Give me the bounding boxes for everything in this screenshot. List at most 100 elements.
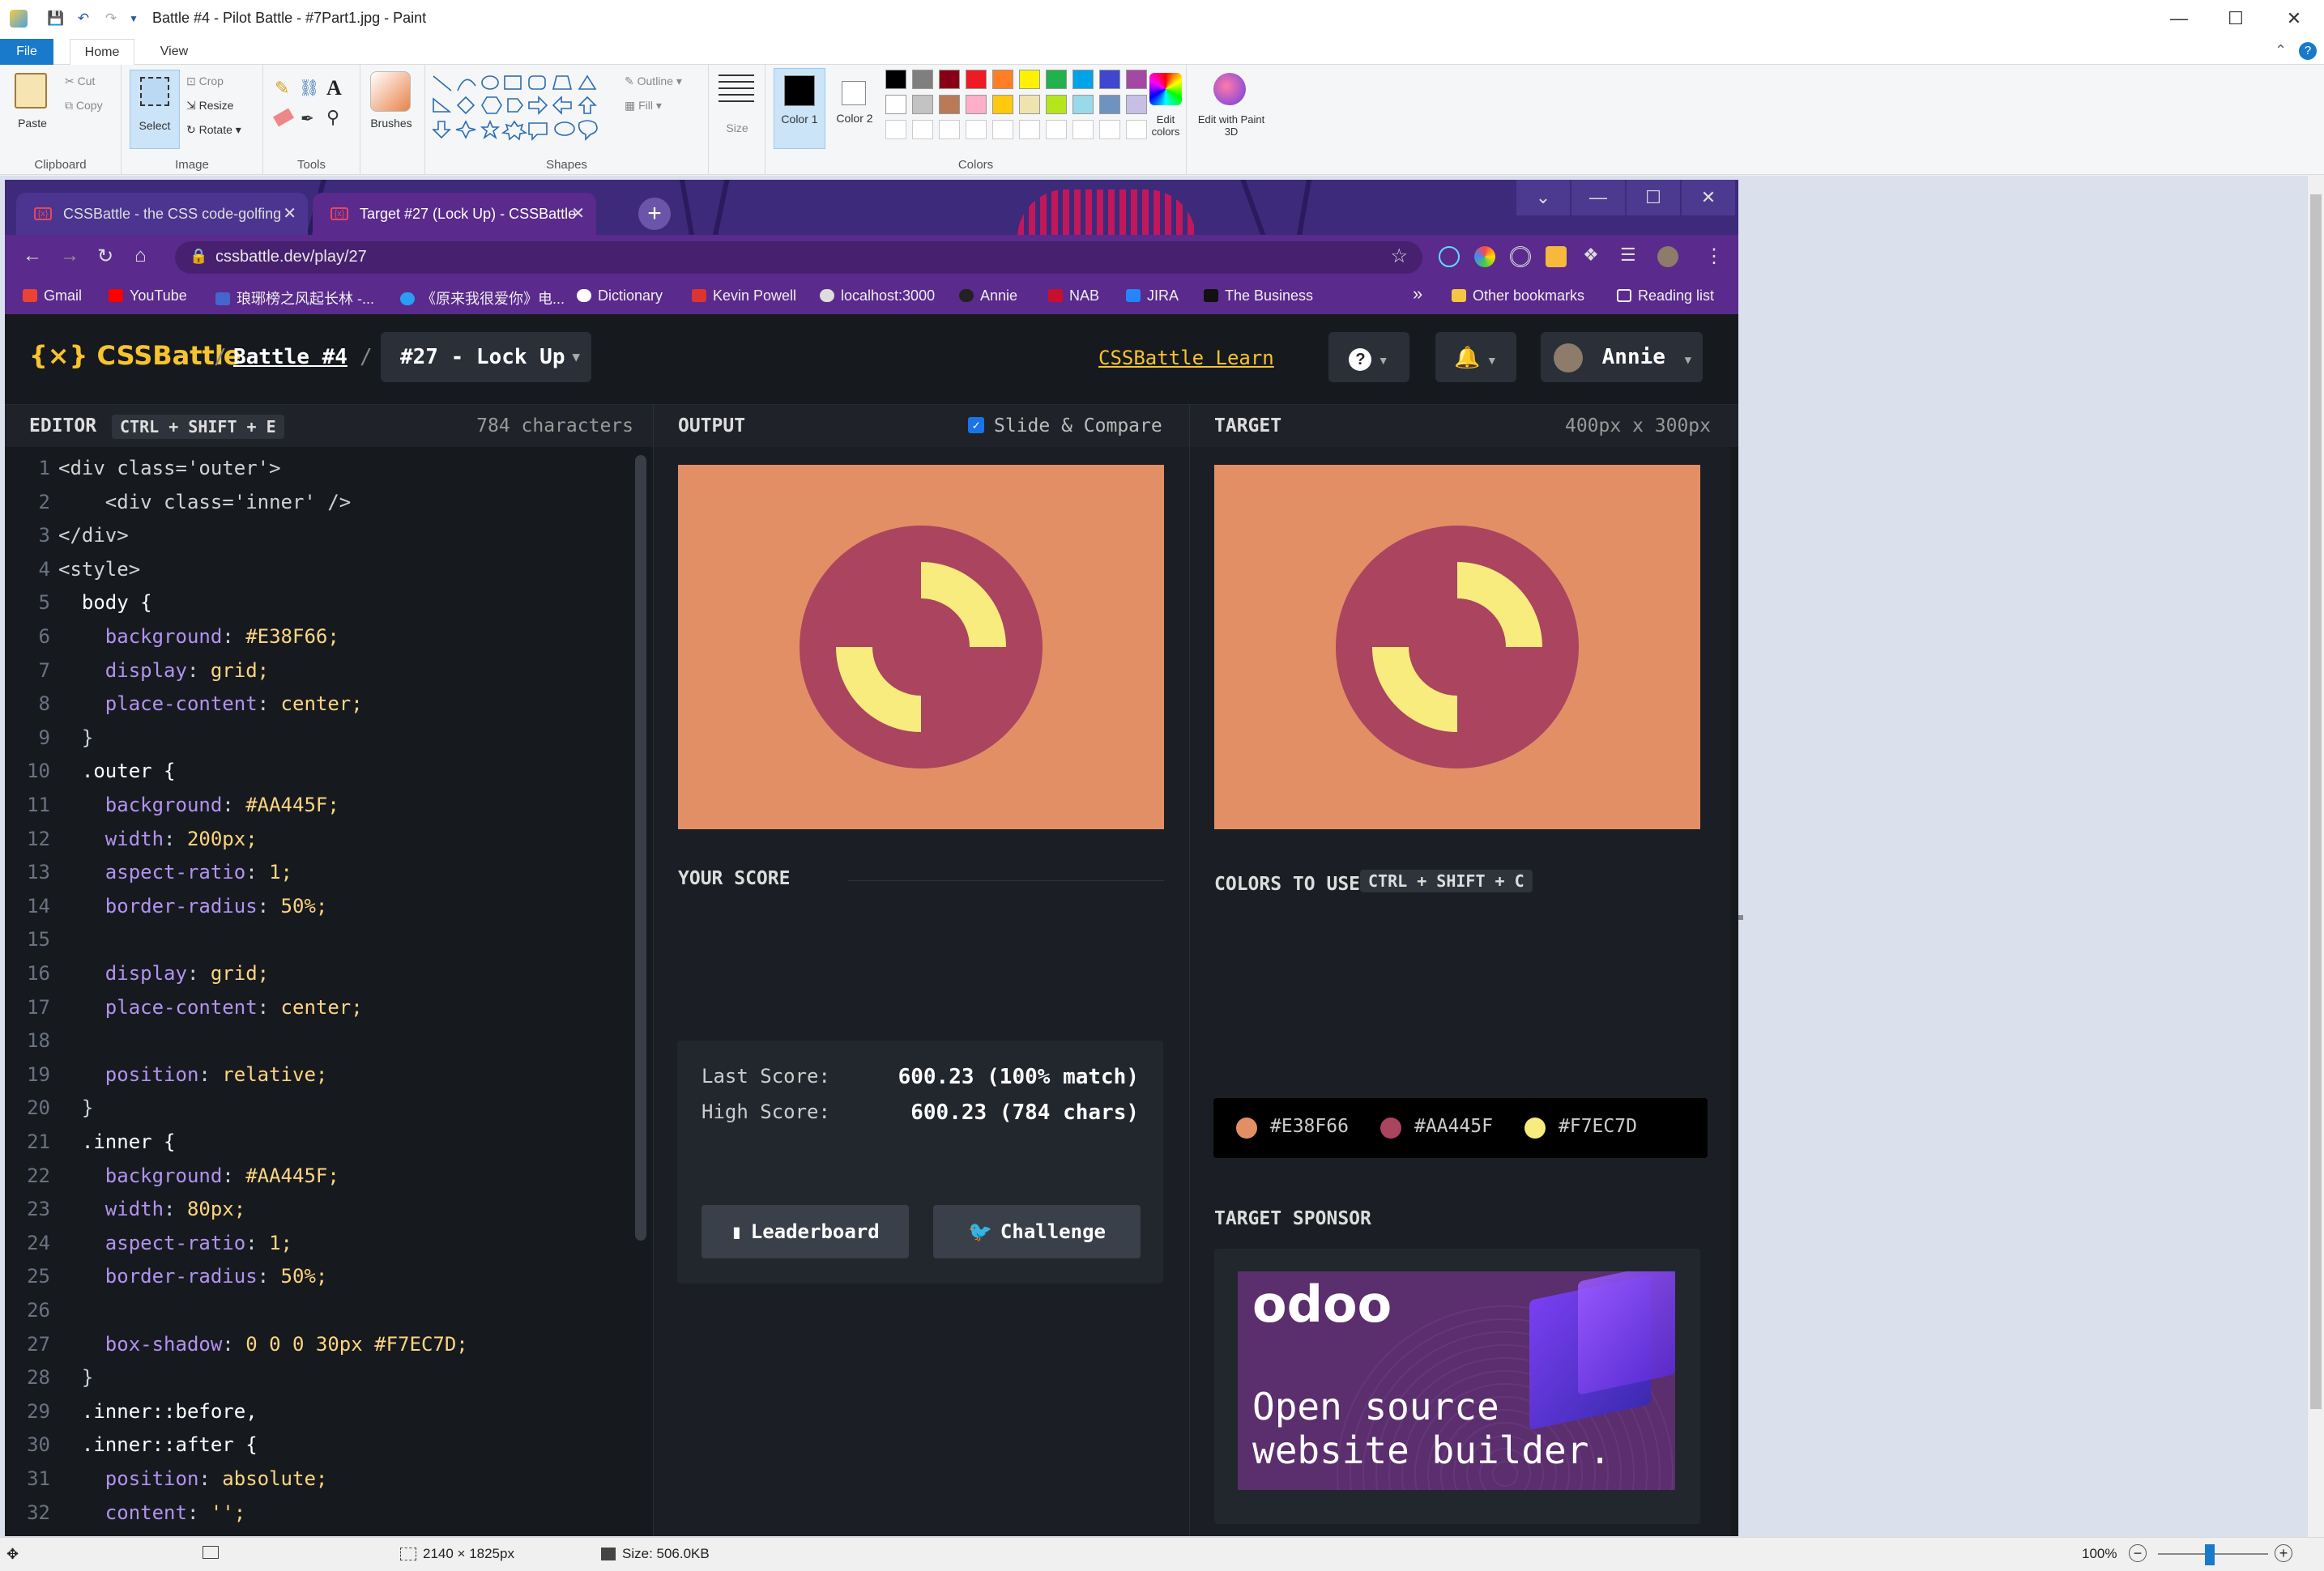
- leaderboard-button[interactable]: ▮ Leaderboard: [701, 1205, 909, 1258]
- brushes-icon[interactable]: [370, 71, 411, 112]
- bookmark-movie[interactable]: 《原来我很爱你》电...: [400, 287, 565, 309]
- palette-swatch[interactable]: [1019, 120, 1040, 139]
- level-dropdown[interactable]: #27 - Lock Up ▼: [381, 332, 591, 382]
- paint3d-icon[interactable]: [1213, 73, 1246, 105]
- close-tab-icon[interactable]: ✕: [283, 193, 296, 235]
- bookmark-annie[interactable]: Annie: [959, 287, 1017, 304]
- target-extension-icon[interactable]: [1510, 246, 1531, 267]
- new-tab-button[interactable]: +: [638, 198, 671, 230]
- palette-swatch[interactable]: [1046, 95, 1067, 114]
- notes-extension-icon[interactable]: [1546, 246, 1567, 267]
- close-tab-icon[interactable]: ✕: [571, 193, 585, 235]
- url-text[interactable]: cssbattle.dev/play/27: [215, 248, 367, 266]
- select-button[interactable]: Select: [130, 70, 180, 149]
- profile-avatar-icon[interactable]: [1657, 246, 1678, 267]
- palette-swatch[interactable]: [912, 70, 933, 89]
- save-icon[interactable]: 💾: [47, 10, 65, 28]
- back-icon[interactable]: ←: [23, 245, 42, 267]
- redo-icon[interactable]: ↷: [102, 10, 120, 28]
- palette-swatch[interactable]: [1019, 95, 1040, 114]
- sponsor-ad[interactable]: odoo Open source website builder.: [1238, 1271, 1675, 1490]
- fill-bucket-icon[interactable]: ⛓: [299, 78, 319, 98]
- extensions-puzzle-icon[interactable]: ❖: [1583, 245, 1599, 266]
- react-devtools-icon[interactable]: [1439, 246, 1460, 267]
- palette-swatch[interactable]: [1126, 70, 1147, 89]
- palette-swatch[interactable]: [966, 70, 987, 89]
- palette-swatch[interactable]: [1072, 95, 1094, 114]
- maximize-window-button[interactable]: ☐: [2211, 5, 2260, 32]
- help-icon[interactable]: ?: [2299, 42, 2317, 60]
- pencil-icon[interactable]: ✎: [275, 78, 289, 99]
- zoom-in-button[interactable]: +: [2275, 1544, 2292, 1562]
- color-dot-2[interactable]: [1380, 1118, 1401, 1139]
- home-icon[interactable]: ⌂: [134, 245, 147, 267]
- crop-button[interactable]: ⊡ Crop: [186, 75, 224, 88]
- copy-button[interactable]: ⧉ Copy: [65, 99, 103, 113]
- paste-button[interactable]: Paste: [15, 117, 50, 130]
- bookmark-star-icon[interactable]: ☆: [1390, 245, 1408, 268]
- color-code-2[interactable]: #AA445F: [1414, 1116, 1493, 1137]
- bookmark-youtube[interactable]: YouTube: [109, 287, 187, 304]
- browser-tab-active[interactable]: {x} Target #27 (Lock Up) - CSSBattle ✕: [313, 193, 596, 235]
- palette-swatch[interactable]: [1046, 120, 1067, 139]
- cssbattle-logo[interactable]: {⨯} CSSBattle: [29, 340, 241, 371]
- file-tab[interactable]: File: [0, 39, 53, 65]
- bookmark-gmail[interactable]: Gmail: [23, 287, 82, 304]
- palette-swatch[interactable]: [912, 95, 933, 114]
- zoom-out-button[interactable]: −: [2129, 1544, 2147, 1562]
- browser-minimize-button[interactable]: —: [1571, 180, 1625, 215]
- palette-swatch[interactable]: [885, 120, 906, 139]
- shapes-gallery[interactable]: [429, 70, 615, 143]
- palette-swatch[interactable]: [992, 95, 1013, 114]
- magnifier-icon[interactable]: ⚲: [326, 107, 339, 128]
- palette-swatch[interactable]: [1099, 70, 1120, 89]
- challenge-button[interactable]: 🐦 Challenge: [933, 1205, 1141, 1258]
- close-window-button[interactable]: ✕: [2270, 5, 2318, 32]
- bookmark-the-business[interactable]: The Business: [1204, 287, 1313, 304]
- color1-button[interactable]: Color 1: [774, 68, 825, 149]
- palette-swatch[interactable]: [1099, 95, 1120, 114]
- color2-button[interactable]: Color 2: [830, 68, 879, 149]
- bookmark-dictionary[interactable]: Dictionary: [577, 287, 663, 304]
- bookmark-tv-show[interactable]: 琅琊榜之风起长林 -...: [215, 287, 374, 309]
- palette-swatch[interactable]: [939, 70, 960, 89]
- bookmarks-overflow-button[interactable]: »: [1413, 283, 1422, 304]
- text-icon[interactable]: A: [326, 76, 342, 100]
- color-code-1[interactable]: #E38F66: [1270, 1116, 1349, 1137]
- edit-colors-icon[interactable]: [1149, 73, 1182, 105]
- browser-maximize-button[interactable]: ☐: [1627, 180, 1680, 215]
- browser-menu-icon[interactable]: ⋮: [1704, 245, 1724, 268]
- output-preview[interactable]: [678, 465, 1164, 829]
- battle-breadcrumb-link[interactable]: Battle #4: [233, 345, 348, 369]
- palette-swatch[interactable]: [885, 95, 906, 114]
- canvas-resize-handle[interactable]: [1738, 915, 1743, 920]
- paint3d-button[interactable]: Edit with Paint 3D: [1191, 113, 1272, 138]
- cssbattle-learn-link[interactable]: CSSBattle Learn: [1098, 347, 1274, 369]
- rotate-button[interactable]: ↻ Rotate ▾: [186, 123, 241, 137]
- palette-swatch[interactable]: [1019, 70, 1040, 89]
- reading-list-button[interactable]: Reading list: [1617, 287, 1714, 304]
- home-tab[interactable]: Home: [70, 39, 134, 65]
- collapse-ribbon-icon[interactable]: ⌃: [2275, 42, 2287, 59]
- color-code-3[interactable]: #F7EC7D: [1559, 1116, 1637, 1137]
- palette-swatch[interactable]: [1072, 70, 1094, 89]
- other-bookmarks-folder[interactable]: Other bookmarks: [1452, 287, 1584, 304]
- cut-button[interactable]: ✂ Cut: [65, 75, 95, 88]
- color-picker-icon[interactable]: ✒: [301, 109, 314, 129]
- bookmark-localhost[interactable]: localhost:3000: [820, 287, 935, 304]
- target-preview[interactable]: [1214, 465, 1700, 829]
- undo-icon[interactable]: ↶: [75, 10, 92, 28]
- size-button[interactable]: Size: [709, 121, 765, 134]
- bookmark-kevin-powell[interactable]: Kevin Powell: [692, 287, 796, 304]
- palette-swatch[interactable]: [1046, 70, 1067, 89]
- tab-search-button[interactable]: ⌄: [1516, 180, 1570, 215]
- brushes-button[interactable]: Brushes: [364, 117, 419, 130]
- palette-swatch[interactable]: [912, 120, 933, 139]
- palette-swatch[interactable]: [1126, 95, 1147, 114]
- bookmark-jira[interactable]: JIRA: [1126, 287, 1179, 304]
- customize-quick-access-icon[interactable]: ▼: [125, 10, 143, 28]
- user-menu-button[interactable]: Annie ▼: [1541, 332, 1703, 382]
- bookmark-nab[interactable]: NAB: [1048, 287, 1099, 304]
- paste-icon[interactable]: [15, 73, 47, 109]
- palette-swatch[interactable]: [992, 70, 1013, 89]
